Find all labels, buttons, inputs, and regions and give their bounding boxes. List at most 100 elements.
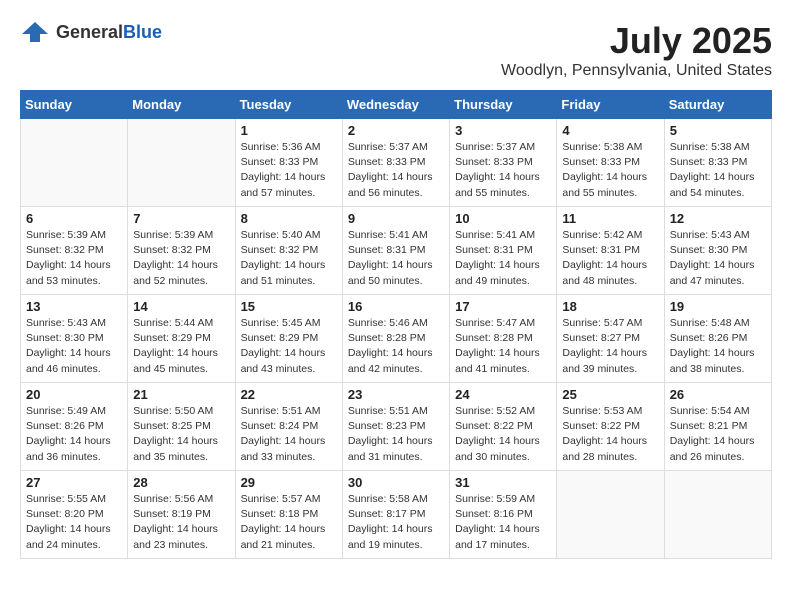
calendar-cell: 20 Sunrise: 5:49 AMSunset: 8:26 PMDayligh…: [21, 383, 128, 471]
calendar-cell: 8Sunrise: 5:40 AMSunset: 8:32 PMDaylight…: [235, 207, 342, 295]
calendar-header-row: SundayMondayTuesdayWednesdayThursdayFrid…: [21, 91, 772, 119]
cell-sun-info: Sunrise: 5:38 AMSunset: 8:33 PMDaylight:…: [670, 140, 766, 201]
calendar-week-row: 20 Sunrise: 5:49 AMSunset: 8:26 PMDayligh…: [21, 383, 772, 471]
day-number: 5: [670, 123, 766, 138]
day-number: 19: [670, 299, 766, 314]
day-number: 1: [241, 123, 337, 138]
cell-sun-info: Sunrise: 5:36 AMSunset: 8:33 PMDaylight:…: [241, 140, 337, 201]
cell-sun-info: Sunrise: 5:41 AMSunset: 8:31 PMDaylight:…: [348, 228, 444, 289]
cell-sun-info: Sunrise: 5:53 AMSunset: 8:22 PMDaylight:…: [562, 404, 658, 465]
logo-icon: [20, 20, 50, 44]
calendar-cell: [21, 119, 128, 207]
calendar-cell: 28 Sunrise: 5:56 AMSunset: 8:19 PMDayligh…: [128, 471, 235, 559]
day-number: 30: [348, 475, 444, 490]
cell-sun-info: Sunrise: 5:37 AMSunset: 8:33 PMDaylight:…: [455, 140, 551, 201]
cell-sun-info: Sunrise: 5:48 AMSunset: 8:26 PMDaylight:…: [670, 316, 766, 377]
cell-sun-info: Sunrise: 5:39 AMSunset: 8:32 PMDaylight:…: [26, 228, 122, 289]
day-of-week-header: Monday: [128, 91, 235, 119]
calendar-cell: 21Sunrise: 5:50 AMSunset: 8:25 PMDayligh…: [128, 383, 235, 471]
day-number: 4: [562, 123, 658, 138]
calendar-table: SundayMondayTuesdayWednesdayThursdayFrid…: [20, 90, 772, 559]
logo: GeneralBlue: [20, 20, 162, 44]
calendar-cell: 2Sunrise: 5:37 AMSunset: 8:33 PMDaylight…: [342, 119, 449, 207]
day-number: 15: [241, 299, 337, 314]
calendar-cell: 30 Sunrise: 5:58 AMSunset: 8:17 PMDayligh…: [342, 471, 449, 559]
day-number: 27: [26, 475, 122, 490]
day-number: 13: [26, 299, 122, 314]
day-number: 24: [455, 387, 551, 402]
cell-sun-info: Sunrise: 5:43 AMSunset: 8:30 PMDaylight:…: [670, 228, 766, 289]
calendar-cell: 11Sunrise: 5:42 AMSunset: 8:31 PMDayligh…: [557, 207, 664, 295]
calendar-cell: 6Sunrise: 5:39 AMSunset: 8:32 PMDaylight…: [21, 207, 128, 295]
cell-sun-info: Sunrise: 5:56 AMSunset: 8:19 PMDaylight:…: [133, 492, 229, 553]
day-number: 20: [26, 387, 122, 402]
calendar-cell: 10 Sunrise: 5:41 AMSunset: 8:31 PMDayligh…: [450, 207, 557, 295]
cell-sun-info: Sunrise: 5:51 AMSunset: 8:23 PMDaylight:…: [348, 404, 444, 465]
day-number: 10: [455, 211, 551, 226]
day-number: 9: [348, 211, 444, 226]
calendar-cell: 16 Sunrise: 5:46 AMSunset: 8:28 PMDayligh…: [342, 295, 449, 383]
calendar-cell: 18 Sunrise: 5:47 AMSunset: 8:27 PMDayligh…: [557, 295, 664, 383]
calendar-cell: 27 Sunrise: 5:55 AMSunset: 8:20 PMDayligh…: [21, 471, 128, 559]
day-number: 3: [455, 123, 551, 138]
cell-sun-info: Sunrise: 5:41 AMSunset: 8:31 PMDaylight:…: [455, 228, 551, 289]
calendar-cell: 13 Sunrise: 5:43 AMSunset: 8:30 PMDayligh…: [21, 295, 128, 383]
day-number: 28: [133, 475, 229, 490]
month-year-title: July 2025: [501, 20, 772, 62]
day-number: 25: [562, 387, 658, 402]
day-number: 18: [562, 299, 658, 314]
cell-sun-info: Sunrise: 5:46 AMSunset: 8:28 PMDaylight:…: [348, 316, 444, 377]
calendar-cell: 29Sunrise: 5:57 AMSunset: 8:18 PMDayligh…: [235, 471, 342, 559]
cell-sun-info: Sunrise: 5:47 AMSunset: 8:27 PMDaylight:…: [562, 316, 658, 377]
cell-sun-info: Sunrise: 5:49 AMSunset: 8:26 PMDaylight:…: [26, 404, 122, 465]
day-number: 12: [670, 211, 766, 226]
cell-sun-info: Sunrise: 5:37 AMSunset: 8:33 PMDaylight:…: [348, 140, 444, 201]
title-block: July 2025 Woodlyn, Pennsylvania, United …: [501, 20, 772, 80]
day-number: 31: [455, 475, 551, 490]
day-number: 26: [670, 387, 766, 402]
cell-sun-info: Sunrise: 5:57 AMSunset: 8:18 PMDaylight:…: [241, 492, 337, 553]
calendar-cell: 26 Sunrise: 5:54 AMSunset: 8:21 PMDayligh…: [664, 383, 771, 471]
day-number: 7: [133, 211, 229, 226]
day-number: 14: [133, 299, 229, 314]
day-number: 21: [133, 387, 229, 402]
calendar-cell: 7 Sunrise: 5:39 AMSunset: 8:32 PMDaylight…: [128, 207, 235, 295]
calendar-cell: 14Sunrise: 5:44 AMSunset: 8:29 PMDayligh…: [128, 295, 235, 383]
cell-sun-info: Sunrise: 5:39 AMSunset: 8:32 PMDaylight:…: [133, 228, 229, 289]
calendar-cell: 12 Sunrise: 5:43 AMSunset: 8:30 PMDayligh…: [664, 207, 771, 295]
day-of-week-header: Wednesday: [342, 91, 449, 119]
day-number: 23: [348, 387, 444, 402]
cell-sun-info: Sunrise: 5:47 AMSunset: 8:28 PMDaylight:…: [455, 316, 551, 377]
cell-sun-info: Sunrise: 5:55 AMSunset: 8:20 PMDaylight:…: [26, 492, 122, 553]
day-number: 8: [241, 211, 337, 226]
calendar-cell: [128, 119, 235, 207]
calendar-cell: 25 Sunrise: 5:53 AMSunset: 8:22 PMDayligh…: [557, 383, 664, 471]
calendar-week-row: 1 Sunrise: 5:36 AMSunset: 8:33 PMDaylight…: [21, 119, 772, 207]
cell-sun-info: Sunrise: 5:43 AMSunset: 8:30 PMDaylight:…: [26, 316, 122, 377]
calendar-cell: 19 Sunrise: 5:48 AMSunset: 8:26 PMDayligh…: [664, 295, 771, 383]
calendar-cell: 31 Sunrise: 5:59 AMSunset: 8:16 PMDayligh…: [450, 471, 557, 559]
cell-sun-info: Sunrise: 5:54 AMSunset: 8:21 PMDaylight:…: [670, 404, 766, 465]
calendar-week-row: 27 Sunrise: 5:55 AMSunset: 8:20 PMDayligh…: [21, 471, 772, 559]
calendar-cell: 24Sunrise: 5:52 AMSunset: 8:22 PMDayligh…: [450, 383, 557, 471]
calendar-cell: 22Sunrise: 5:51 AMSunset: 8:24 PMDayligh…: [235, 383, 342, 471]
calendar-cell: 23 Sunrise: 5:51 AMSunset: 8:23 PMDayligh…: [342, 383, 449, 471]
calendar-cell: 17Sunrise: 5:47 AMSunset: 8:28 PMDayligh…: [450, 295, 557, 383]
day-of-week-header: Tuesday: [235, 91, 342, 119]
calendar-cell: 4Sunrise: 5:38 AMSunset: 8:33 PMDaylight…: [557, 119, 664, 207]
cell-sun-info: Sunrise: 5:59 AMSunset: 8:16 PMDaylight:…: [455, 492, 551, 553]
calendar-week-row: 6Sunrise: 5:39 AMSunset: 8:32 PMDaylight…: [21, 207, 772, 295]
calendar-cell: 3 Sunrise: 5:37 AMSunset: 8:33 PMDaylight…: [450, 119, 557, 207]
calendar-week-row: 13 Sunrise: 5:43 AMSunset: 8:30 PMDayligh…: [21, 295, 772, 383]
day-of-week-header: Thursday: [450, 91, 557, 119]
calendar-cell: [557, 471, 664, 559]
logo-blue-text: Blue: [123, 22, 162, 42]
day-of-week-header: Saturday: [664, 91, 771, 119]
day-number: 11: [562, 211, 658, 226]
day-number: 16: [348, 299, 444, 314]
calendar-cell: 15 Sunrise: 5:45 AMSunset: 8:29 PMDayligh…: [235, 295, 342, 383]
cell-sun-info: Sunrise: 5:45 AMSunset: 8:29 PMDaylight:…: [241, 316, 337, 377]
calendar-cell: 9 Sunrise: 5:41 AMSunset: 8:31 PMDaylight…: [342, 207, 449, 295]
cell-sun-info: Sunrise: 5:58 AMSunset: 8:17 PMDaylight:…: [348, 492, 444, 553]
day-number: 22: [241, 387, 337, 402]
